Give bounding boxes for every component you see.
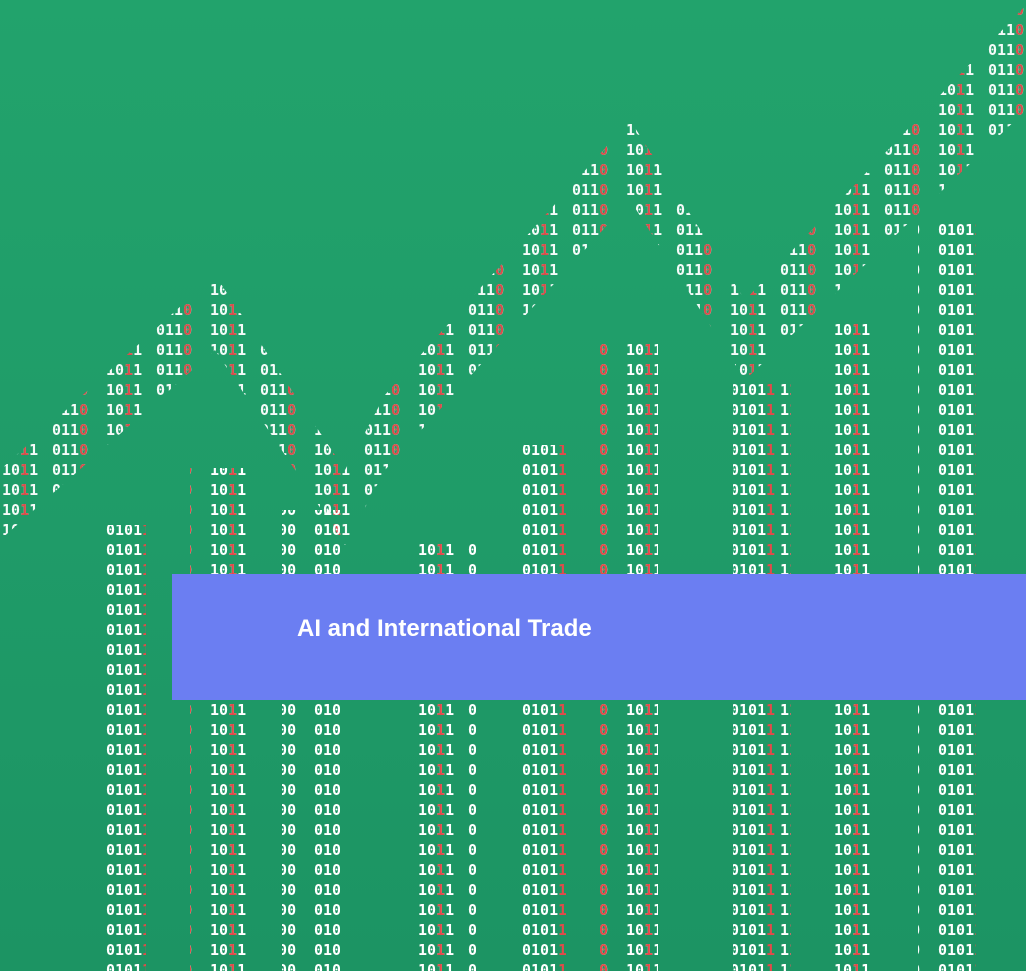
cover-image: 1011 0110 1 0 0101 1100 1 1 AI and Inter… [0, 0, 1026, 971]
bar-column [88, 525, 146, 971]
binary-chart-illustration: 1011 0110 1 0 0101 1100 1 1 [0, 5, 1026, 971]
bar-column [508, 445, 566, 971]
bar-column [190, 468, 248, 971]
page-title: AI and International Trade [297, 615, 592, 642]
title-banner: AI and International Trade [172, 574, 1026, 700]
